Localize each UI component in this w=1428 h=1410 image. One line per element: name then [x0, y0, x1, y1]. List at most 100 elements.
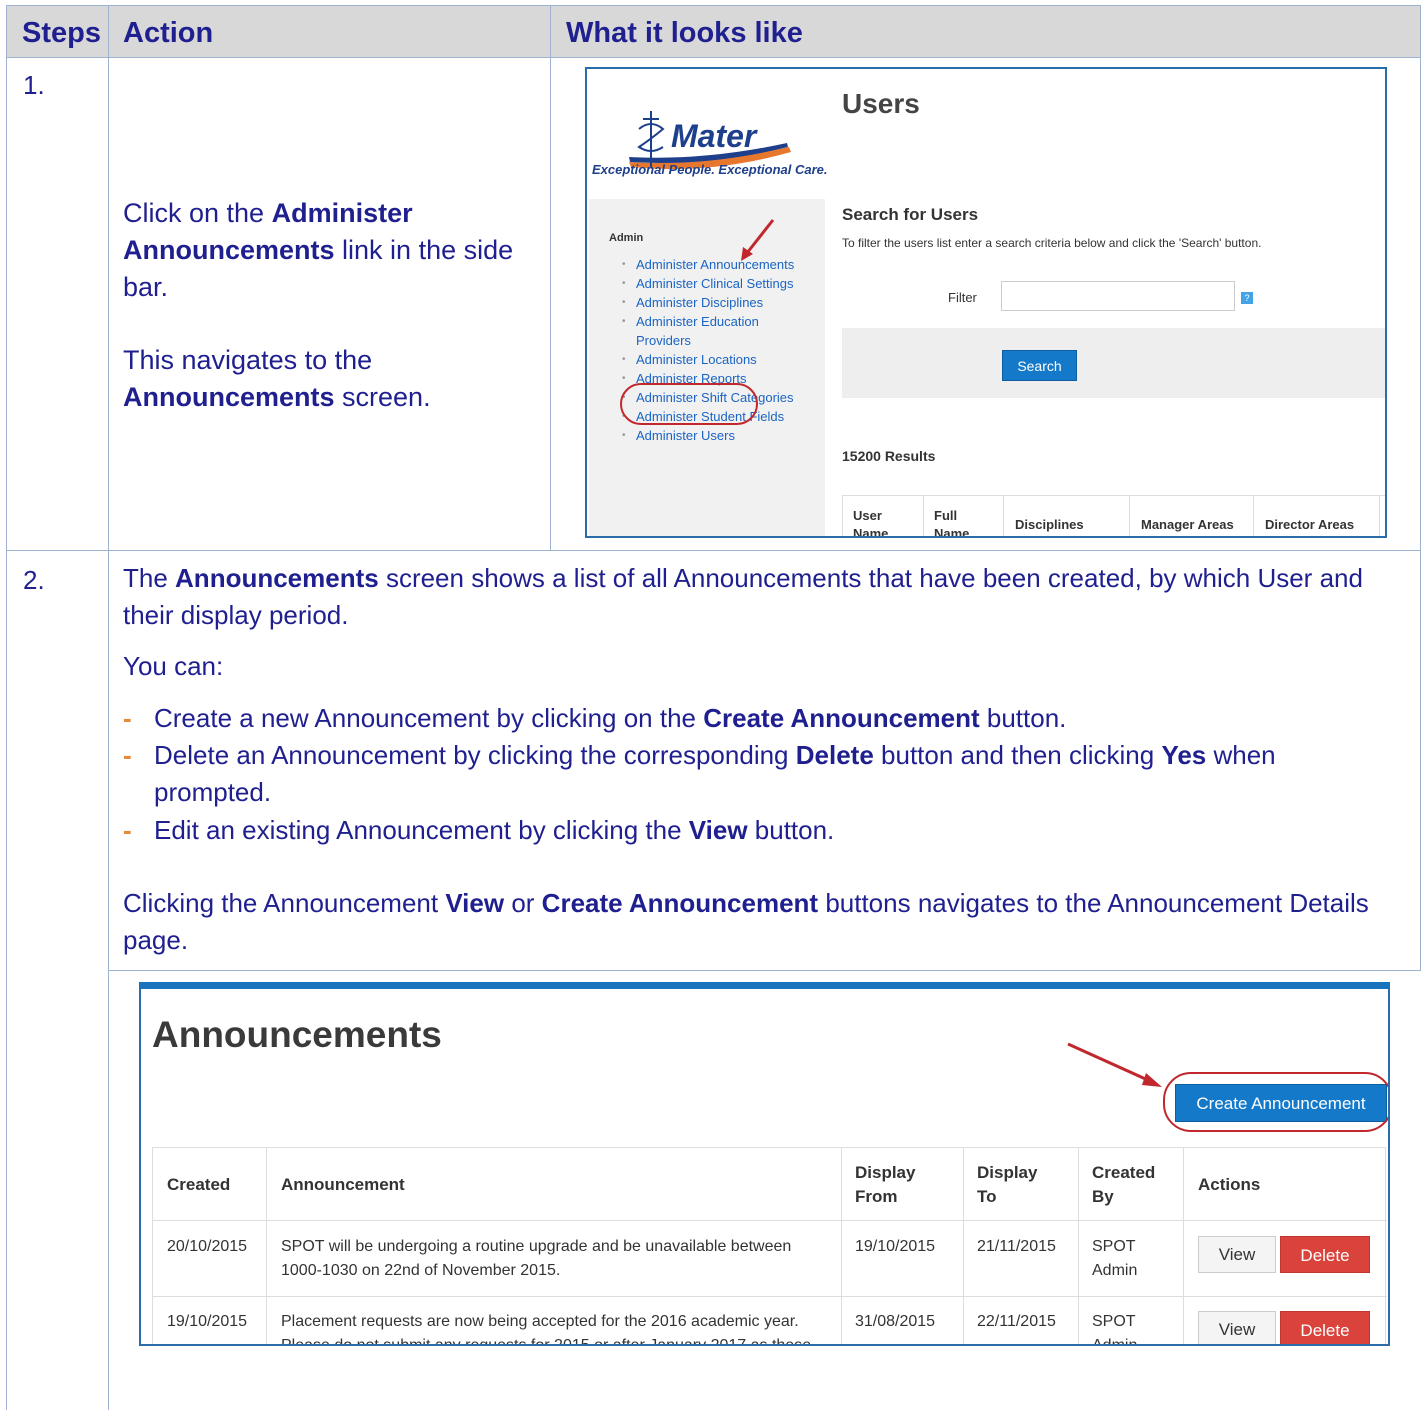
- bullet-bold: Yes: [1161, 740, 1207, 770]
- step2-bullet: - Edit an existing Announcement by click…: [123, 812, 1393, 849]
- column-header: Director Areas: [1265, 517, 1355, 532]
- row-announcement: SPOT will be undergoing a routine upgrad…: [281, 1238, 792, 1279]
- grid-line: [108, 970, 1421, 971]
- step1-text: Click on the: [123, 198, 272, 228]
- grid-line: [108, 5, 109, 1410]
- page-title: Users: [842, 88, 920, 119]
- column-divider: [841, 1148, 842, 1344]
- closing-text: or: [504, 888, 542, 918]
- bullet-dash: -: [123, 740, 132, 770]
- bullet-text-part: Create a new Announcement by clicking on…: [154, 703, 704, 733]
- column-header-created-by: Created By: [1092, 1163, 1156, 1206]
- bullet-text: Edit an existing Announcement by clickin…: [154, 812, 834, 849]
- highlight-ring: [1163, 1072, 1388, 1132]
- row-display-to: 22/11/2015: [977, 1313, 1056, 1330]
- help-icon[interactable]: ?: [1241, 292, 1253, 304]
- column-divider: [1078, 1148, 1079, 1344]
- announcements-table: Created Announcement Display From Displa…: [152, 1147, 1387, 1346]
- bullet-dash: -: [123, 703, 132, 733]
- column-header-display-from: Display From: [855, 1163, 916, 1206]
- column-divider: [1253, 496, 1254, 536]
- row-divider: [153, 1296, 1387, 1297]
- sidebar-item-administer-users[interactable]: Administer Users: [622, 426, 812, 445]
- step2-screen-name: Announcements: [175, 563, 379, 593]
- header-steps: Steps: [22, 17, 101, 49]
- grid-line: [550, 5, 551, 551]
- column-header-created: Created: [167, 1175, 231, 1194]
- column-header: Manager Areas: [1141, 517, 1234, 532]
- pointer-arrow-icon: [741, 219, 775, 261]
- bullet-text: Delete an Announcement by clicking the c…: [154, 737, 1384, 811]
- column-divider: [266, 1148, 267, 1344]
- sidebar-item-administer-announcements[interactable]: Administer Announcements: [622, 255, 812, 274]
- sidebar-heading: Admin: [609, 232, 644, 244]
- grid-line: [6, 550, 1421, 551]
- row-created: 20/10/2015: [167, 1238, 248, 1255]
- grid-line: [6, 5, 7, 1410]
- bullet-bold: View: [688, 815, 748, 845]
- highlight-ring: [620, 383, 758, 425]
- step2-bullet: - Delete an Announcement by clicking the…: [123, 737, 1393, 811]
- view-button[interactable]: View: [1198, 1236, 1276, 1273]
- delete-button[interactable]: Delete: [1280, 1311, 1370, 1344]
- bullet-bold: Create Announcement: [703, 703, 980, 733]
- delete-button[interactable]: Delete: [1280, 1236, 1370, 1273]
- column-header: User Name: [853, 508, 889, 538]
- results-count: 15200 Results: [842, 448, 936, 464]
- bullet-text-part: Edit an existing Announcement by clickin…: [154, 815, 689, 845]
- column-divider: [1379, 496, 1380, 536]
- pointer-arrow-icon: [1067, 1042, 1162, 1087]
- row-created-by: SPOT Admin: [1092, 1313, 1138, 1346]
- header-what-it-looks-like: What it looks like: [566, 17, 803, 49]
- bullet-dash: -: [123, 815, 132, 845]
- row-display-to: 21/11/2015: [977, 1238, 1056, 1255]
- grid-line: [1420, 5, 1421, 971]
- column-divider: [1003, 496, 1004, 536]
- mater-tagline: Exceptional People. Exceptional Care.: [592, 162, 828, 177]
- step2-intro-text: The: [123, 563, 176, 593]
- column-header-actions: Actions: [1198, 1175, 1261, 1194]
- view-button[interactable]: View: [1198, 1311, 1276, 1344]
- row-display-from: 31/08/2015: [855, 1313, 936, 1330]
- search-button[interactable]: Search: [1002, 350, 1077, 381]
- search-bar-panel: [842, 328, 1385, 398]
- step2-closing: Clicking the Announcement View or Create…: [123, 885, 1408, 959]
- step2-intro: The Announcements screen shows a list of…: [123, 560, 1408, 634]
- column-divider: [1129, 496, 1130, 536]
- bullet-text: Create a new Announcement by clicking on…: [154, 700, 1066, 737]
- closing-bold: Create Announcement: [541, 888, 819, 918]
- sidebar-item-administer-education-providers[interactable]: Administer Education Providers: [622, 312, 812, 350]
- sidebar-item-administer-locations[interactable]: Administer Locations: [622, 350, 812, 369]
- column-header-announcement: Announcement: [281, 1175, 405, 1194]
- step1-result-text: screen.: [334, 382, 431, 412]
- users-screenshot: Mater Exceptional People. Exceptional Ca…: [585, 67, 1387, 538]
- closing-text: Clicking the Announcement: [123, 888, 446, 918]
- search-heading: Search for Users: [842, 205, 979, 224]
- grid-line: [6, 57, 1421, 58]
- column-header: Full Name: [934, 508, 970, 538]
- step2-bullet: - Create a new Announcement by clicking …: [123, 700, 1393, 737]
- row-display-from: 19/10/2015: [855, 1238, 936, 1255]
- column-divider: [1183, 1148, 1184, 1344]
- search-description: To filter the users list enter a search …: [842, 236, 1262, 250]
- bullet-text-part: button.: [747, 815, 835, 845]
- step-number: 1.: [23, 70, 45, 100]
- bullet-text-part: Delete an Announcement by clicking the c…: [154, 740, 796, 770]
- row-created-by: SPOT Admin: [1092, 1238, 1138, 1279]
- step1-instruction: Click on the Administer Announcements li…: [123, 195, 533, 306]
- admin-sidebar: Admin Administer Announcements Administe…: [589, 199, 825, 536]
- sidebar-item-administer-disciplines[interactable]: Administer Disciplines: [622, 293, 812, 312]
- page-title: Announcements: [152, 1014, 442, 1055]
- users-table-header: User Name Full Name Disciplines Manager …: [842, 495, 1385, 538]
- sidebar-item-administer-clinical-settings[interactable]: Administer Clinical Settings: [622, 274, 812, 293]
- column-header: Disciplines: [1015, 517, 1084, 532]
- step1-result: This navigates to the Announcements scre…: [123, 342, 533, 416]
- bullet-bold: Delete: [795, 740, 874, 770]
- announcements-screenshot: Announcements Create Announcement Create…: [139, 982, 1390, 1346]
- bullet-text-part: button.: [979, 703, 1067, 733]
- column-header-display-to: Display To: [977, 1163, 1038, 1206]
- filter-input[interactable]: [1001, 281, 1235, 311]
- step1-result-text: This navigates to the: [123, 345, 373, 375]
- column-divider: [923, 496, 924, 536]
- header-action: Action: [123, 17, 214, 49]
